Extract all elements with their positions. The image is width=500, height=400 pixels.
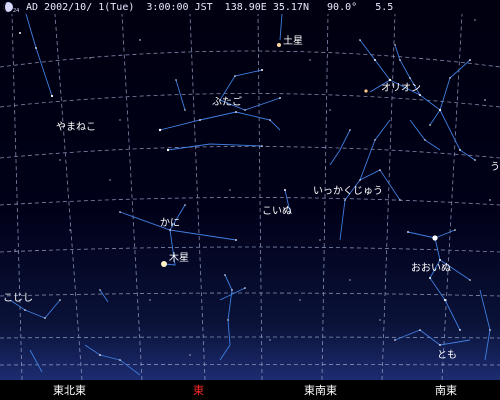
leo-minor-label[interactable]: こじし — [3, 293, 33, 304]
cancer-label[interactable]: かに — [160, 218, 180, 229]
saturn-label[interactable]: 土星 — [283, 36, 303, 47]
lepus-label-partial[interactable]: う — [490, 162, 500, 173]
moon-phase-icon: 24 — [3, 2, 19, 14]
compass-e[interactable]: 東 — [193, 382, 204, 398]
status-bar: 24 AD 2002/10/ 1(Tue) 3:00:00 JST 138.90… — [0, 0, 500, 14]
lynx-label[interactable]: やまねこ — [56, 122, 96, 133]
jupiter-label[interactable]: 木星 — [169, 253, 189, 264]
planetarium-view[interactable]: 24 AD 2002/10/ 1(Tue) 3:00:00 JST 138.90… — [0, 0, 500, 400]
puppis-label[interactable]: とも — [437, 350, 457, 361]
canis-major-label[interactable]: おおいぬ — [411, 263, 451, 274]
orion-label[interactable]: オリオン — [381, 83, 421, 94]
monoceros-label[interactable]: いっかくじゅう — [313, 186, 383, 197]
status-text: AD 2002/10/ 1(Tue) 3:00:00 JST 138.90E 3… — [26, 1, 394, 13]
compass-ese[interactable]: 東南東 — [304, 382, 337, 398]
compass-se[interactable]: 南東 — [435, 382, 457, 398]
orion-marker — [364, 89, 368, 93]
jupiter-marker — [161, 261, 167, 267]
saturn-marker — [277, 43, 281, 47]
sky-canvas[interactable] — [0, 0, 500, 400]
compass-ene[interactable]: 東北東 — [53, 382, 86, 398]
gemini-label[interactable]: ふたご — [212, 97, 242, 108]
svg-text:24: 24 — [13, 8, 19, 14]
sky-background — [0, 0, 500, 380]
canis-minor-label[interactable]: こいぬ — [262, 206, 292, 217]
